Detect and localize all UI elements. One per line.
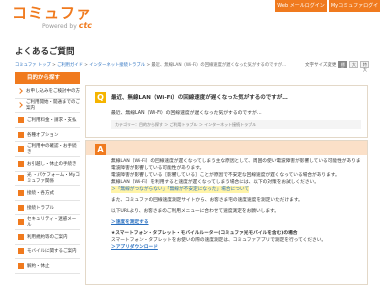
category-icon bbox=[18, 219, 24, 226]
category-icon bbox=[18, 131, 24, 138]
logo-text: コミュファ bbox=[12, 4, 93, 22]
answer-line: 無線LAN（Wi-Fi）を利用すると速度が遅くなってしまう場合には、以下の対策を… bbox=[111, 180, 319, 185]
breadcrumb-trouble[interactable]: インターネット接続トラブル bbox=[89, 63, 145, 68]
category-icon bbox=[18, 189, 24, 196]
answer-a-icon: A bbox=[95, 144, 106, 155]
question-category: カテゴリー：目的から探す ＞ ご利用トラブル ＞ インターネット接続トラブル bbox=[111, 120, 361, 129]
breadcrumb: コミュファ トップ > ご利用ガイド > インターネット接続トラブル > 最近、… bbox=[15, 63, 287, 68]
category-icon bbox=[18, 262, 24, 269]
sidebar-item[interactable]: 利用規約等のご案内 bbox=[15, 229, 80, 245]
sidebar-item[interactable]: お引越し・休止の手続き bbox=[15, 156, 80, 172]
sidebar-item[interactable]: 解約・休止 bbox=[15, 259, 80, 274]
site-header: コミュファ Powered by ctc Web メールログイン Myコミュファ… bbox=[0, 0, 380, 36]
font-size-label: 文字サイズ変更 bbox=[305, 62, 337, 68]
app-download-link[interactable]: ＞アプリダウンロード bbox=[111, 245, 158, 250]
font-size-xlarge-button[interactable]: 特大 bbox=[360, 61, 370, 72]
web-mail-login-button[interactable]: Web メールログイン bbox=[275, 0, 327, 12]
page-title: よくあるご質問 bbox=[15, 47, 75, 57]
chevron-right-icon bbox=[17, 102, 23, 109]
answer-line: また、コミュファの回線速度測定サイトから、お客さま宅の速度速度を測定いただけます… bbox=[111, 198, 303, 203]
sidebar-item[interactable]: ご利用中の確認・お手続き bbox=[15, 142, 80, 157]
question-title: 最近、無線LAN（Wi-Fi）の回線速度が遅くなった気がするのですが… bbox=[111, 95, 288, 101]
question-box: Q 最近、無線LAN（Wi-Fi）の回線速度が遅くなった気がするのですが… 最近… bbox=[85, 85, 368, 138]
breadcrumb-current: 最近、無線LAN（Wi-Fi）の回線速度が遅くなった気がするのですが... bbox=[151, 63, 287, 68]
sidebar-item[interactable]: セキュリティ・迷惑メール bbox=[15, 215, 80, 230]
answer-line: 以下URLより、お客さまのご利用メニューに合わせて速度測定をお願いします。 bbox=[111, 209, 279, 214]
sidebar-item[interactable]: お申し込みをご検討中の方 bbox=[15, 84, 80, 99]
sidebar-item[interactable]: ご利用開始・開通までのご案内 bbox=[15, 98, 80, 114]
smartphone-heading: ★スマートフォン・タブレット・モバイルルーター(コミュファ光モバイルを含む)の場… bbox=[111, 231, 298, 236]
category-icon bbox=[18, 160, 24, 167]
category-icon bbox=[18, 175, 24, 182]
font-size-standard-button[interactable]: 標準 bbox=[338, 61, 348, 72]
category-icon bbox=[18, 248, 24, 255]
breadcrumb-guide[interactable]: ご利用ガイド bbox=[57, 63, 83, 68]
question-q-icon: Q bbox=[95, 92, 106, 103]
smartphone-text: スマートフォン・タブレットをお使いの際の速度測定は、コミュファアプリで測定を行っ… bbox=[111, 238, 327, 243]
sidebar-item[interactable]: 接続トラブル bbox=[15, 200, 80, 216]
answer-line: 無線LAN（Wi-Fi）の回線速度が遅くなってしまう主な原因として、周囲の使い電… bbox=[111, 159, 361, 164]
answer-box: A 無線LAN（Wi-Fi）の回線速度が遅くなってしまう主な原因として、周囲の使… bbox=[85, 140, 368, 285]
chevron-right-icon bbox=[17, 87, 23, 94]
category-icon bbox=[18, 116, 24, 123]
answer-body: 無線LAN（Wi-Fi）の回線速度が遅くなってしまう主な原因として、周囲の使い電… bbox=[111, 158, 361, 251]
answer-header-band bbox=[86, 141, 367, 155]
category-icon bbox=[18, 146, 24, 153]
font-size-switcher: 文字サイズ変更 標準 大 特大 bbox=[305, 61, 370, 72]
sidebar-item[interactable]: 接続・各方式 bbox=[15, 186, 80, 201]
font-size-large-button[interactable]: 大 bbox=[349, 61, 359, 68]
sidebar-item[interactable]: ご利用料金・請求・支払 bbox=[15, 113, 80, 128]
sidebar: 目的から探す お申し込みをご検討中の方 ご利用開始・開通までのご案内 ご利用料金… bbox=[15, 72, 80, 285]
breadcrumb-top[interactable]: コミュファ トップ bbox=[15, 63, 51, 68]
komyufa-logo[interactable]: コミュファ Powered by ctc bbox=[12, 4, 92, 30]
sidebar-item[interactable]: モバイルに関するご案内 bbox=[15, 244, 80, 260]
sidebar-heading: 目的から探す bbox=[15, 72, 80, 84]
wifi-trouble-link[interactable]: ＞「無線がつながらない」「無線が不安定になった」場合について bbox=[111, 186, 250, 193]
category-icon bbox=[18, 204, 24, 211]
sidebar-item[interactable]: 光 ・パケフォーム・Myコミュファ関係 bbox=[15, 171, 80, 187]
question-text: 最近、無線LAN（Wi-Fi）の回線速度が遅くなった気がするのですが… bbox=[111, 111, 262, 116]
answer-line: 電波障害が影響している［影響している］ことが原因で不安定な回線速度が遅くなってい… bbox=[111, 173, 340, 178]
my-commufa-login-button[interactable]: Myコミュファログイン bbox=[329, 0, 380, 21]
speed-test-link[interactable]: ＞速度を測定する bbox=[111, 220, 149, 225]
category-icon bbox=[18, 233, 24, 240]
sidebar-item[interactable]: 各種オプション bbox=[15, 127, 80, 143]
answer-line: 電波障害が影響している可能性があります。 bbox=[111, 166, 205, 171]
logo-powered-by: Powered by ctc bbox=[42, 21, 93, 31]
